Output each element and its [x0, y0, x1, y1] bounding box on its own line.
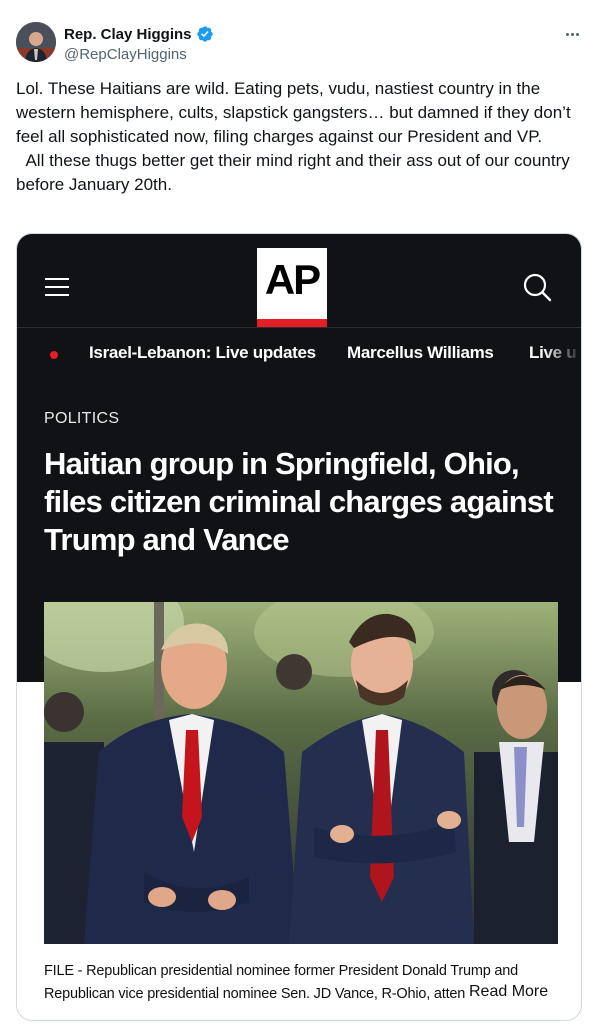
- author-avatar[interactable]: [16, 22, 56, 62]
- tweet: Rep. Clay Higgins @RepClayHiggins Lol. T…: [0, 0, 604, 1026]
- tweet-text: Lol. These Haitians are wild. Eating pet…: [16, 79, 571, 194]
- ticker-item[interactable]: Marcellus Williams: [347, 343, 494, 363]
- verified-badge-icon: [196, 25, 214, 43]
- hamburger-menu-icon[interactable]: [45, 278, 69, 296]
- author-block: Rep. Clay Higgins @RepClayHiggins: [64, 24, 214, 66]
- section-label[interactable]: POLITICS: [44, 410, 119, 428]
- author-handle[interactable]: @RepClayHiggins: [64, 46, 214, 66]
- ap-header-bar: AP: [17, 234, 581, 328]
- search-icon[interactable]: [522, 272, 552, 302]
- article-photo[interactable]: [44, 602, 558, 944]
- ap-logo-text: AP: [264, 256, 321, 303]
- author-name[interactable]: Rep. Clay Higgins: [64, 26, 192, 43]
- article-headline[interactable]: Haitian group in Springfield, Ohio, file…: [44, 445, 564, 559]
- link-card[interactable]: AP Israel-Lebanon: Live updates Marcellu…: [16, 233, 582, 1021]
- read-more-link[interactable]: Read More: [465, 983, 549, 1001]
- ap-logo[interactable]: AP: [257, 248, 327, 327]
- caption-line-2: Republican vice presidential nominee Sen…: [44, 986, 474, 1002]
- ticker-item[interactable]: Israel-Lebanon: Live updates: [89, 343, 316, 363]
- caption-line-1: FILE - Republican presidential nominee f…: [44, 963, 519, 979]
- news-ticker: Israel-Lebanon: Live updates Marcellus W…: [17, 329, 581, 381]
- live-dot-icon: [50, 351, 58, 359]
- more-dots-icon[interactable]: [562, 24, 582, 44]
